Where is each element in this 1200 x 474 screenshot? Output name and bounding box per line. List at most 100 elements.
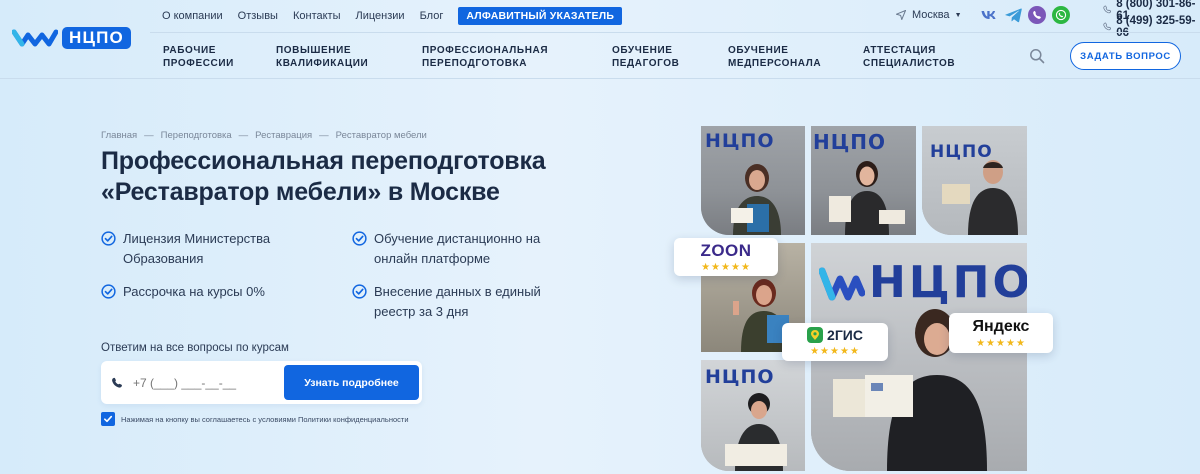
zoon-logo-text: ZOON [700,240,752,260]
viber-icon[interactable] [1028,6,1046,24]
review-badge-yandex[interactable]: Яндекс ★★★★★ [949,313,1053,353]
breadcrumb-home[interactable]: Главная [101,130,137,141]
vk-icon[interactable] [980,6,998,24]
nav-item-line: СПЕЦИАЛИСТОВ [863,58,956,69]
phone-numbers: 8 (800) 301-86-61 8 (499) 325-59-06 [1103,0,1200,39]
city-selector[interactable]: Москва ▼ [896,9,962,21]
nav-item-line: ПЕРЕПОДГОТОВКА [422,58,528,69]
feature-text: Рассрочка на курсы 0% [123,284,265,299]
check-circle-icon [101,231,116,246]
nav-item-line: ПРОФЕССИОНАЛЬНАЯ [422,45,549,56]
rating-stars: ★★★★★ [810,346,860,357]
tile-brand-text: НЦПО [705,130,775,152]
yandex-logo-text: Яндекс [972,317,1030,335]
top-nav-contacts[interactable]: Контакты [293,8,341,24]
student-photo: НЦПО [701,126,805,235]
2gis-logo-text: 2ГИС [827,327,863,343]
nav-item-line: ОБУЧЕНИЕ [612,45,673,56]
top-nav-reviews[interactable]: Отзывы [238,8,278,24]
nav-item-line: МЕДПЕРСОНАЛА [728,58,822,69]
nav-item-medical[interactable]: ОБУЧЕНИЕ МЕДПЕРСОНАЛА [728,44,821,70]
feature-text: реестр за 3 дня [374,304,469,319]
checkmark-icon [104,415,113,423]
nav-item-line: ОБУЧЕНИЕ [728,45,789,56]
phone-icon [1103,5,1112,14]
feature-text: Внесение данных в единый [374,284,541,299]
person-graphic [942,160,1018,235]
search-icon[interactable] [1029,48,1045,64]
social-links [980,6,1076,24]
nav-item-line: РАБОЧИЕ [163,45,217,56]
logo-mark-icon [12,29,58,47]
student-photo: НЦПО [701,360,805,471]
phone-icon [112,377,122,388]
feature-text: Образования [123,251,204,266]
check-circle-icon [352,231,367,246]
nav-item-teachers[interactable]: ОБУЧЕНИЕ ПЕДАГОГОВ [612,44,679,70]
nav-item-working-professions[interactable]: РАБОЧИЕ ПРОФЕССИИ [163,44,234,70]
student-photo: НЦПО [811,126,916,235]
check-circle-icon [352,284,367,299]
top-nav-blog[interactable]: Блог [420,8,444,24]
feature-license: Лицензия Министерства Образования [101,229,270,269]
review-badge-2gis[interactable]: 2ГИС ★★★★★ [782,323,888,361]
header-divider [150,32,1200,33]
learn-more-button[interactable]: Узнать подробнее [284,365,419,400]
student-photo: НЦПО [922,126,1027,235]
tile-brand-text: НЦПО [813,130,887,154]
breadcrumb-separator: — [238,130,249,141]
logo-text: НЦПО [62,27,131,49]
top-nav-about[interactable]: О компании [162,8,223,24]
agreement-checkbox[interactable] [101,412,115,426]
feature-text: Обучение дистанционно на [374,231,541,246]
check-circle-icon [101,284,116,299]
nav-item-qualification[interactable]: ПОВЫШЕНИЕ КВАЛИФИКАЦИИ [276,44,368,70]
person-graphic [725,393,787,471]
rating-stars: ★★★★★ [976,337,1026,349]
top-nav-licenses[interactable]: Лицензии [355,8,404,24]
tile-brand-text: НЦПО [869,257,1027,308]
feature-text: Лицензия Министерства [123,231,271,246]
form-label: Ответим на все вопросы по курсам [101,342,289,354]
chevron-down-icon: ▼ [954,11,962,19]
location-arrow-icon [896,10,906,20]
tile-brand-text: НЦПО [705,366,775,388]
phone-2-number: 8 (499) 325-59-06 [1116,14,1196,39]
breadcrumb-restoration[interactable]: Реставрация [255,130,312,141]
breadcrumb-separator: — [319,130,329,141]
nav-item-line: ПОВЫШЕНИЕ [276,45,352,56]
feature-registry: Внесение данных в единый реестр за 3 дня [352,282,541,322]
breadcrumb: Главная — Переподготовка — Реставрация —… [101,130,434,141]
logo[interactable]: НЦПО [12,26,142,50]
agreement-text: Нажимая на кнопку вы соглашаетесь с усло… [121,414,409,424]
feature-remote: Обучение дистанционно на онлайн платформе [352,229,540,269]
feature-installment: Рассрочка на курсы 0% [101,282,265,302]
person-graphic [731,164,781,235]
2gis-icon [807,327,824,343]
ask-question-button[interactable]: ЗАДАТЬ ВОПРОС [1070,42,1181,70]
breadcrumb-retraining[interactable]: Переподготовка [161,130,232,141]
rating-stars: ★★★★★ [701,261,751,273]
nav-item-certification[interactable]: АТТЕСТАЦИЯ СПЕЦИАЛИСТОВ [863,44,955,70]
logo-mark-icon [819,267,865,301]
whatsapp-icon[interactable] [1052,6,1070,24]
nav-item-line: КВАЛИФИКАЦИИ [276,58,369,69]
privacy-agreement: Нажимая на кнопку вы соглашаетесь с усло… [101,412,409,426]
breadcrumb-current: Реставратор мебели [335,130,427,141]
breadcrumb-separator: — [144,130,154,141]
nav-item-retraining[interactable]: ПРОФЕССИОНАЛЬНАЯ ПЕРЕПОДГОТОВКА [422,44,548,70]
telegram-icon[interactable] [1004,6,1022,24]
person-graphic [829,161,905,235]
review-badge-zoon[interactable]: ZOON ★★★★★ [674,238,778,276]
city-label: Москва [912,9,950,21]
nav-item-line: ПЕДАГОГОВ [612,58,680,69]
phone-input[interactable] [133,375,273,390]
nav-item-line: АТТЕСТАЦИЯ [863,45,936,56]
callback-form: Узнать подробнее [101,361,422,404]
feature-text: онлайн платформе [374,251,491,266]
phone-icon [1103,22,1112,31]
top-nav: О компании Отзывы Контакты Лицензии Блог… [162,7,637,25]
nav-item-line: ПРОФЕССИИ [163,58,234,69]
alphabet-index-button[interactable]: АЛФАВИТНЫЙ УКАЗАТЕЛЬ [458,7,623,25]
page-title: Профессиональная переподготовка «Реставр… [101,147,546,206]
